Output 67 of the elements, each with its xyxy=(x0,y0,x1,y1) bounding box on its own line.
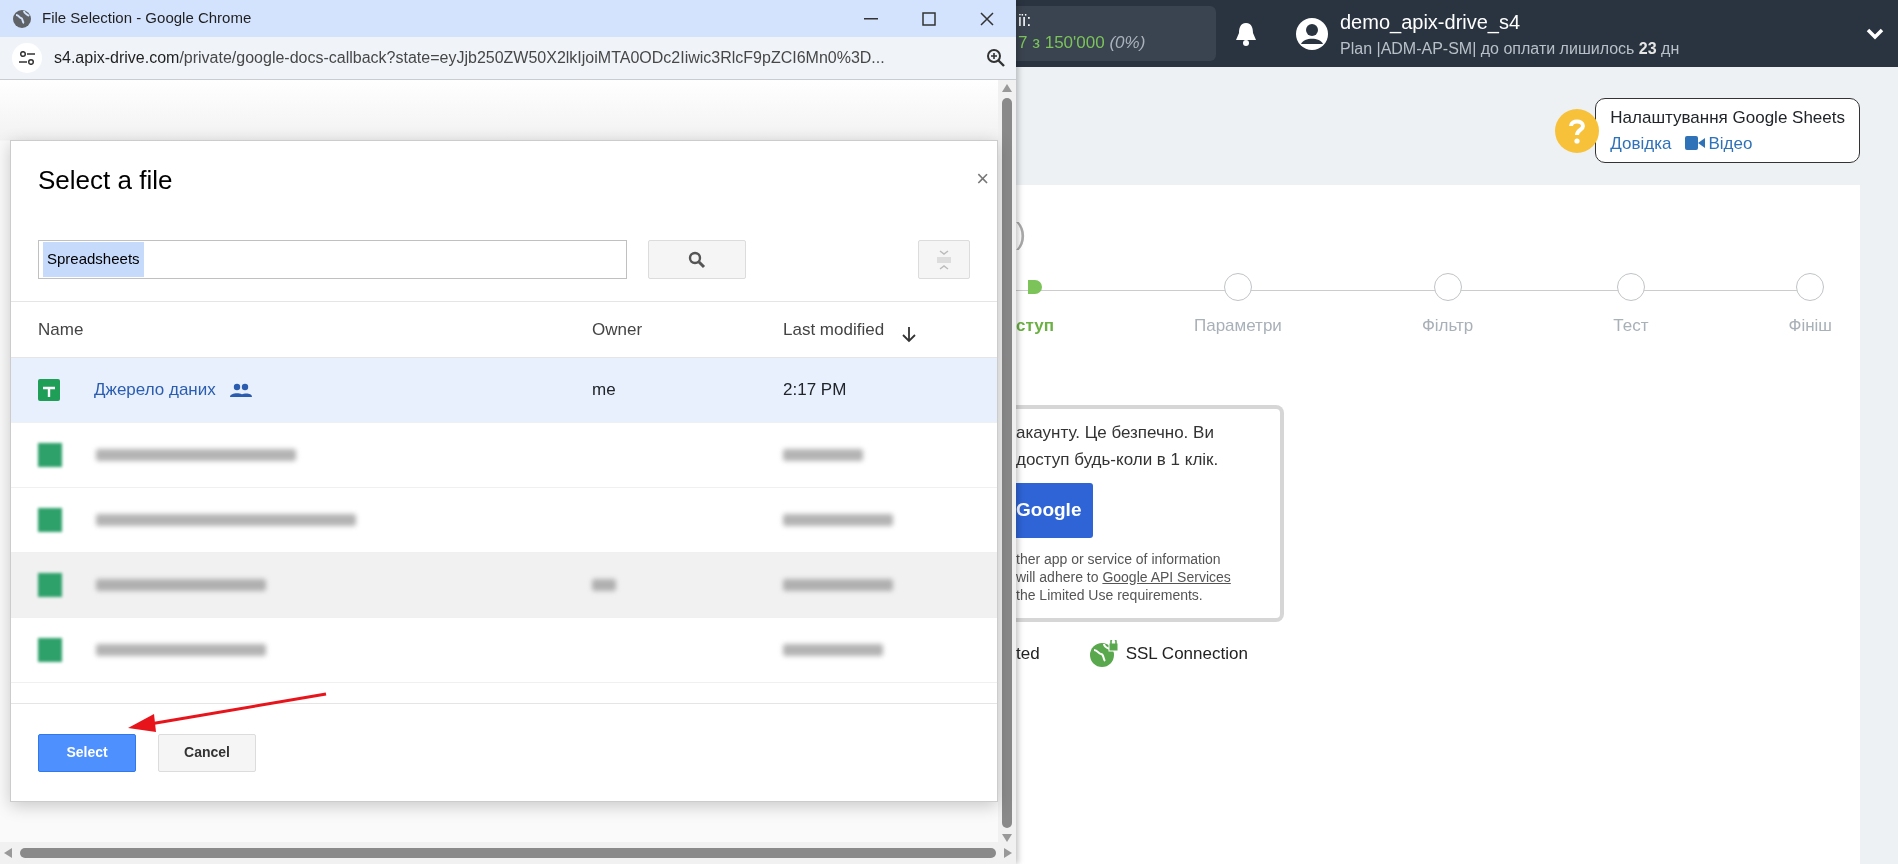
video-camera-icon xyxy=(1685,136,1706,151)
spreadsheet-icon xyxy=(38,379,60,401)
help-title: Налаштування Google Sheets xyxy=(1610,107,1845,129)
scrollbar-thumb[interactable] xyxy=(20,848,996,858)
scroll-right-icon[interactable] xyxy=(1004,848,1012,858)
sort-down-arrow-icon[interactable] xyxy=(902,326,917,343)
scroll-up-icon[interactable] xyxy=(1002,84,1012,92)
file-row[interactable] xyxy=(11,488,997,553)
search-field[interactable]: Spreadsheets xyxy=(38,240,627,279)
column-header[interactable]: Owner xyxy=(592,316,643,343)
window-title: File Selection - Google Chrome xyxy=(42,8,253,29)
sort-icon xyxy=(935,248,953,271)
actions-label: ії: xyxy=(1018,10,1033,32)
site-settings-button[interactable] xyxy=(12,43,42,73)
search-button[interactable] xyxy=(648,240,746,279)
file-name[interactable]: Джерело даних xyxy=(94,377,216,403)
bell-icon[interactable] xyxy=(1234,20,1258,47)
file-row[interactable] xyxy=(11,618,997,683)
step-dot[interactable] xyxy=(1616,273,1645,301)
owner-text: me xyxy=(592,380,616,400)
blurred-owner xyxy=(592,579,616,591)
search-icon xyxy=(688,250,706,269)
step-dot[interactable] xyxy=(1223,273,1252,301)
question-mark-icon xyxy=(1568,117,1587,144)
notice-text: ther app or service of information will adhere to Google API Services the Limited Use requirements. xyxy=(1016,550,1232,604)
people-icon xyxy=(229,383,252,397)
actions-count: 7 з 150'000 (0%) xyxy=(1018,32,1147,55)
spreadsheet-icon xyxy=(38,638,62,662)
sort-button[interactable] xyxy=(918,240,970,279)
globe-icon xyxy=(12,8,32,29)
close-button[interactable]: × xyxy=(970,161,995,191)
feature-label: SSL Connection xyxy=(1125,643,1248,666)
spreadsheet-icon xyxy=(38,443,62,467)
help-link[interactable]: Відео xyxy=(1685,130,1753,156)
minimize-icon xyxy=(864,17,878,20)
step-dot[interactable] xyxy=(1433,273,1462,301)
plan-text: Plan |ADM-AP-SM| до оплати лишилось 23 дн xyxy=(1340,38,1680,59)
google-sign-in-button[interactable]: Google xyxy=(1016,483,1094,538)
globe-lock-icon xyxy=(1089,640,1118,668)
policy-link[interactable]: Google API Services xyxy=(1102,569,1231,585)
spreadsheet-icon xyxy=(38,508,62,532)
auth-text: акаунту. Це безпечно. Ви xyxy=(1016,422,1215,444)
file-row[interactable] xyxy=(11,423,997,488)
feature-label: ted xyxy=(1016,643,1040,666)
step-dot[interactable] xyxy=(1796,273,1825,301)
column-header[interactable]: Name xyxy=(38,316,84,343)
cancel-button[interactable]: Cancel xyxy=(158,733,256,772)
scrollbar-thumb[interactable] xyxy=(1002,98,1012,828)
avatar-icon[interactable] xyxy=(1296,17,1328,50)
chevron-down-icon[interactable] xyxy=(1866,27,1884,40)
auth-text: доступ будь-коли в 1 клік. xyxy=(1016,449,1220,471)
close-icon xyxy=(980,11,994,26)
column-header[interactable]: Last modified xyxy=(783,316,917,343)
file-row[interactable]: Джерело даних me 2:17 PM xyxy=(11,358,997,423)
file-row[interactable] xyxy=(11,553,997,618)
modified-text: 2:17 PM xyxy=(783,379,847,402)
help-link[interactable]: Довідка xyxy=(1610,130,1672,156)
zoom-icon[interactable] xyxy=(986,48,1006,68)
scroll-left-icon[interactable] xyxy=(4,848,12,858)
help-icon[interactable] xyxy=(1555,108,1600,153)
maximize-icon xyxy=(922,11,936,26)
title-fragment: ) xyxy=(1016,216,1027,252)
settings-sliders-icon xyxy=(19,51,35,65)
spreadsheet-icon xyxy=(38,573,62,597)
dialog-title: Select a file xyxy=(38,164,173,197)
select-button[interactable]: Select xyxy=(38,733,136,772)
user-name[interactable]: demo_apix-drive_s4 xyxy=(1340,6,1680,37)
